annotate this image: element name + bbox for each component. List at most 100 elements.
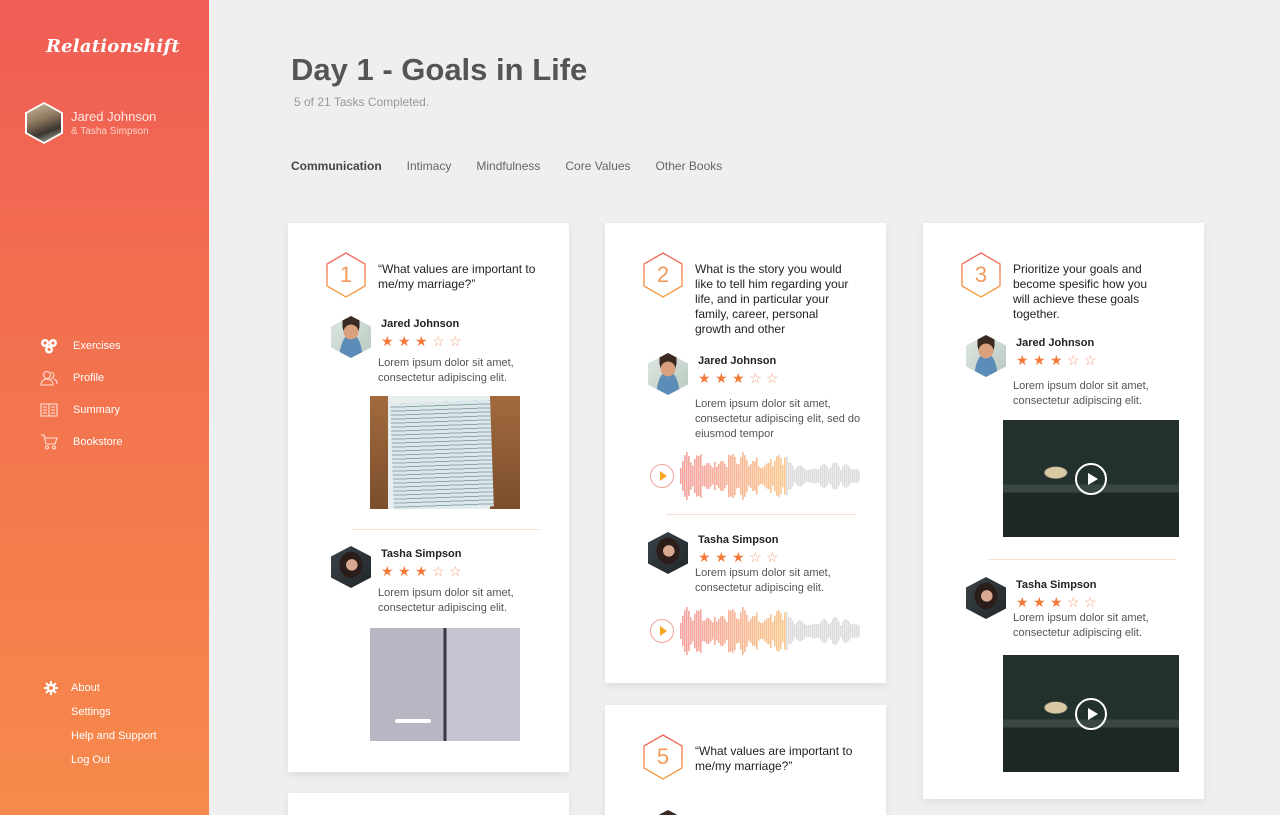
waveform-bar [830,622,832,640]
question-card-5[interactable]: 5 “What values are important to me/my ma… [605,705,886,815]
handwritten-note-photo[interactable] [370,396,520,510]
play-button[interactable] [650,464,674,488]
waveform-bar [754,461,756,491]
sidebar-item-help[interactable]: Help and Support [44,724,157,748]
sidebar-item-exercises[interactable]: Exercises [40,330,123,362]
video-thumbnail[interactable] [1003,655,1179,772]
star-empty-icon[interactable]: ☆ [449,564,466,578]
rating-stars[interactable]: ★ ★ ★ ☆ ☆ [381,334,466,348]
audio-waveform[interactable] [680,451,860,501]
waveform-bar [788,462,790,490]
rating-stars[interactable]: ★ ★ ★ ☆ ☆ [698,550,783,564]
star-filled-icon[interactable]: ★ [1050,353,1067,367]
video-play-button[interactable] [1075,462,1107,495]
question-card-3[interactable]: 3 Prioritize your goals and become spesi… [923,223,1204,799]
star-filled-icon[interactable]: ★ [732,550,749,564]
audio-player[interactable] [650,606,860,656]
tab-mindfulness[interactable]: Mindfulness [476,159,540,173]
star-empty-icon[interactable]: ☆ [749,371,766,385]
answer-author: Jared Johnson [698,355,777,367]
waveform-bar [814,468,816,484]
waveform-bar [706,463,708,489]
sidebar-item-about[interactable]: About [44,676,157,700]
waveform-bar [800,465,802,487]
sidebar-item-summary[interactable]: Summary [40,394,123,426]
star-empty-icon[interactable]: ☆ [1067,353,1084,367]
sidebar-item-settings[interactable]: Settings [44,700,157,724]
star-filled-icon[interactable]: ★ [732,371,749,385]
star-filled-icon[interactable]: ★ [415,334,432,348]
answer-author: Jared Johnson [1016,337,1095,349]
star-filled-icon[interactable]: ★ [381,334,398,348]
video-play-button[interactable] [1075,697,1107,730]
app-logo[interactable]: Relationshift [46,36,180,57]
waveform-bar [766,463,768,489]
star-empty-icon[interactable]: ☆ [749,550,766,564]
star-empty-icon[interactable]: ☆ [766,550,783,564]
answer-text: Lorem ipsum dolor sit amet, consectetur … [695,567,831,594]
tab-communication[interactable]: Communication [291,159,382,173]
sidebar-item-profile[interactable]: Profile [40,362,123,394]
waveform-bar [748,621,750,641]
answer-text: Lorem ipsum dolor sit amet, consectetur … [1013,612,1149,639]
tab-core-values[interactable]: Core Values [565,159,630,173]
tab-other-books[interactable]: Other Books [656,159,723,173]
rating-stars[interactable]: ★ ★ ★ ☆ ☆ [1016,595,1101,609]
question-number-badge: 5 [642,734,684,780]
avatar [331,316,371,358]
waveform-bar [828,469,830,483]
star-empty-icon[interactable]: ☆ [1084,353,1101,367]
video-thumbnail[interactable] [1003,420,1179,537]
waveform-bar [854,468,856,484]
audio-player[interactable] [650,451,860,501]
waveform-bar [834,617,836,645]
star-filled-icon[interactable]: ★ [698,371,715,385]
waveform-bar [722,460,724,492]
question-card-2[interactable]: 2 What is the story you would like to te… [605,223,886,683]
waveform-bar [774,460,776,492]
star-filled-icon[interactable]: ★ [1033,595,1050,609]
waveform-bar [842,621,844,641]
waveform-bar [760,467,762,485]
rating-stars[interactable]: ★ ★ ★ ☆ ☆ [698,371,783,385]
star-empty-icon[interactable]: ☆ [1084,595,1101,609]
waveform-bar [704,465,706,487]
star-filled-icon[interactable]: ★ [1016,353,1033,367]
rating-stars[interactable]: ★ ★ ★ ☆ ☆ [381,564,466,578]
star-filled-icon[interactable]: ★ [715,371,732,385]
star-empty-icon[interactable]: ☆ [449,334,466,348]
question-card-4[interactable] [288,793,569,815]
question-text: “What values are important to me/my marr… [378,262,536,291]
waveform-bar [802,466,804,486]
star-empty-icon[interactable]: ☆ [432,564,449,578]
waveform-bar [840,625,842,637]
notebook-photo[interactable] [370,628,520,741]
sidebar-item-bookstore[interactable]: Bookstore [40,426,123,458]
tab-intimacy[interactable]: Intimacy [407,159,452,173]
star-filled-icon[interactable]: ★ [398,564,415,578]
waveform-bar [848,621,850,641]
waveform-bar [724,618,726,644]
audio-waveform[interactable] [680,606,860,656]
rating-stars[interactable]: ★ ★ ★ ☆ ☆ [1016,353,1101,367]
play-button[interactable] [650,619,674,643]
waveform-bar [836,463,838,489]
star-empty-icon[interactable]: ☆ [766,371,783,385]
star-filled-icon[interactable]: ★ [398,334,415,348]
star-filled-icon[interactable]: ★ [415,564,432,578]
answer-text: Lorem ipsum dolor sit amet, consectetur … [695,398,861,440]
star-empty-icon[interactable]: ☆ [1067,595,1084,609]
star-filled-icon[interactable]: ★ [698,550,715,564]
star-filled-icon[interactable]: ★ [381,564,398,578]
waveform-bar [852,469,854,483]
question-card-1[interactable]: 1 “What values are important to me/my ma… [288,223,569,772]
sidebar-item-logout[interactable]: Log Out [44,748,157,772]
star-filled-icon[interactable]: ★ [715,550,732,564]
star-empty-icon[interactable]: ☆ [432,334,449,348]
star-filled-icon[interactable]: ★ [1033,353,1050,367]
star-filled-icon[interactable]: ★ [1016,595,1033,609]
waveform-bar [690,617,692,645]
user-profile[interactable]: Jared Johnson & Tasha Simpson [25,102,156,144]
star-filled-icon[interactable]: ★ [1050,595,1067,609]
waveform-bar [776,456,778,496]
